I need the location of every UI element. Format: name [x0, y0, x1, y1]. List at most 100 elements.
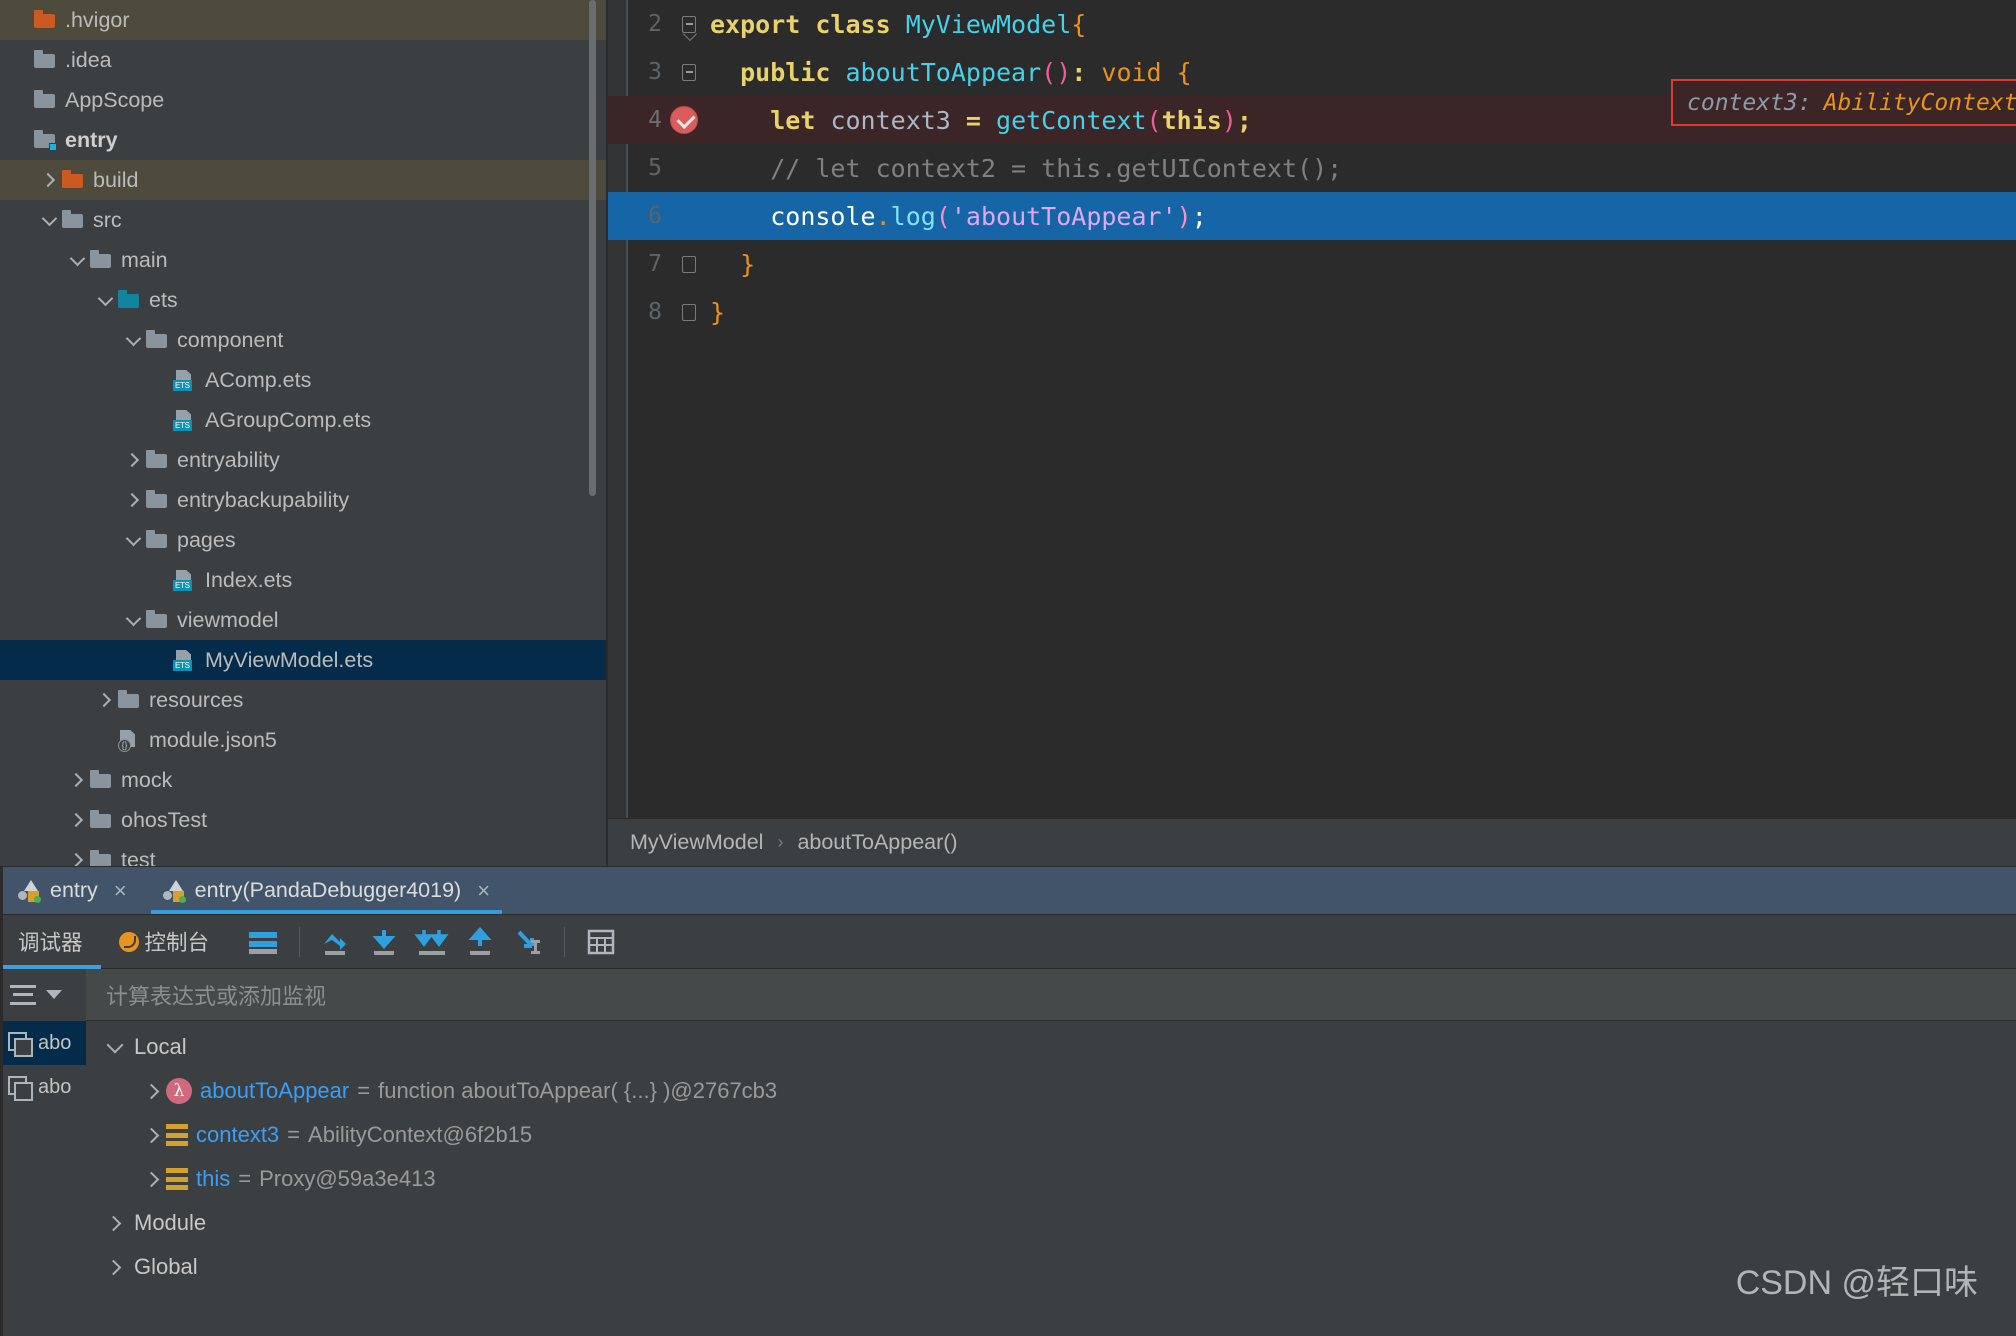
debug-main: abo abo LocalλaboutToAppear=function abo…	[0, 1021, 2016, 1336]
tree-item-index-ets[interactable]: ETSIndex.ets	[0, 560, 608, 600]
close-icon[interactable]: ×	[477, 878, 490, 904]
chevron-right-icon[interactable]	[140, 1122, 166, 1148]
code-line-6[interactable]: 6 console . log ( 'aboutToAppear' ) ;	[608, 192, 2016, 240]
fold-marker[interactable]	[668, 256, 710, 273]
tree-item-label: .hvigor	[65, 8, 130, 33]
close-icon[interactable]: ×	[114, 878, 127, 904]
frame-row[interactable]: abo	[0, 1065, 86, 1109]
chevron-right-icon[interactable]	[102, 1254, 128, 1280]
tree-item-resources[interactable]: resources	[0, 680, 608, 720]
no-chevron-spacer	[150, 569, 172, 591]
debug-tab-panda-debugger[interactable]: entry(PandaDebugger4019) ×	[145, 867, 508, 914]
tree-item-src[interactable]: src	[0, 200, 608, 240]
tab-debugger[interactable]: 调试器	[0, 915, 101, 969]
top-region: .hvigor .idea AppScopeentrybuildsrcmainets…	[0, 0, 2016, 866]
chevron-right-icon[interactable]	[66, 769, 88, 791]
chevron-right-icon[interactable]	[102, 1210, 128, 1236]
tree-item-label: .idea	[65, 48, 112, 73]
tree-item-idea[interactable]: .idea	[0, 40, 608, 80]
tree-item-component[interactable]: component	[0, 320, 608, 360]
breadcrumb[interactable]: MyViewModel › aboutToAppear()	[608, 818, 2016, 866]
breakpoint-icon[interactable]	[670, 106, 698, 134]
step-into-icon[interactable]	[360, 920, 408, 964]
variable-equals: =	[238, 1166, 251, 1192]
run-to-cursor-icon[interactable]	[504, 920, 552, 964]
frames-options[interactable]	[0, 969, 86, 1021]
chevron-down-icon[interactable]	[122, 609, 144, 631]
tree-item-entryability[interactable]: entryability	[0, 440, 608, 480]
tree-item-ohostest[interactable]: ohosTest	[0, 800, 608, 840]
variable-row-this[interactable]: this=Proxy@59a3e413	[86, 1157, 2016, 1201]
frames-menu-icon[interactable]	[10, 985, 36, 1005]
chevron-right-icon[interactable]	[66, 809, 88, 831]
frame-row[interactable]: abo	[0, 1021, 86, 1065]
code-line-5[interactable]: 5 // let context2 = this.getUIContext();	[608, 144, 2016, 192]
editor-body[interactable]: 2 export class MyViewModel {	[608, 0, 2016, 818]
tree-item-myviewmodel-ets[interactable]: ETSMyViewModel.ets	[0, 640, 608, 680]
inline-debug-value-hint[interactable]: context3: AbilityContext@6f2b15	[1671, 79, 2016, 126]
tree-item-viewmodel[interactable]: viewmodel	[0, 600, 608, 640]
code-line-7[interactable]: 7 }	[608, 240, 2016, 288]
tree-item-entrybackupability[interactable]: entrybackupability	[0, 480, 608, 520]
chevron-down-icon[interactable]	[122, 329, 144, 351]
chevron-right-icon[interactable]	[122, 449, 144, 471]
breadcrumb-item-class[interactable]: MyViewModel	[630, 830, 763, 855]
tree-item-ets[interactable]: ets	[0, 280, 608, 320]
variable-row-abouttoappear[interactable]: λaboutToAppear=function aboutToAppear( {…	[86, 1069, 2016, 1113]
tree-item-label: component	[177, 328, 283, 353]
chevron-right-icon[interactable]	[66, 849, 88, 866]
tree-item-agroupcomp-ets[interactable]: ETSAGroupComp.ets	[0, 400, 608, 440]
tree-item-label: ohosTest	[121, 808, 207, 833]
tree-item-pages[interactable]: pages	[0, 520, 608, 560]
tree-item-hvigor[interactable]: .hvigor	[0, 0, 608, 40]
line-number: 6	[608, 203, 668, 229]
force-step-into-icon[interactable]	[408, 920, 456, 964]
tree-item-acomp-ets[interactable]: ETSAComp.ets	[0, 360, 608, 400]
step-out-icon[interactable]	[456, 920, 504, 964]
tree-item-label: mock	[121, 768, 172, 793]
tree-item-test[interactable]: test	[0, 840, 608, 866]
variable-row-context3[interactable]: context3=AbilityContext@6f2b15	[86, 1113, 2016, 1157]
layout-frames-icon[interactable]	[239, 920, 287, 964]
chevron-down-icon[interactable]	[122, 529, 144, 551]
editor-pane[interactable]: 2 export class MyViewModel {	[608, 0, 2016, 866]
variables-column[interactable]: LocalλaboutToAppear=function aboutToAppe…	[86, 1021, 2016, 1336]
variable-group-global[interactable]: Global	[86, 1245, 2016, 1289]
chevron-down-icon[interactable]	[66, 249, 88, 271]
fold-marker[interactable]	[668, 64, 710, 81]
variable-group-module[interactable]: Module	[86, 1201, 2016, 1245]
tree-item-mock[interactable]: mock	[0, 760, 608, 800]
tab-console[interactable]: 控制台	[101, 915, 228, 969]
tree-item-main[interactable]: main	[0, 240, 608, 280]
chevron-right-icon[interactable]	[94, 689, 116, 711]
debug-tab-entry[interactable]: entry ×	[0, 867, 145, 914]
step-over-icon[interactable]	[312, 920, 360, 964]
chevron-right-icon[interactable]	[140, 1078, 166, 1104]
evaluate-expression-icon[interactable]	[577, 920, 625, 964]
fold-marker[interactable]	[668, 304, 710, 321]
chevron-down-icon[interactable]	[102, 1034, 128, 1060]
project-tree-pane[interactable]: .hvigor .idea AppScopeentrybuildsrcmainets…	[0, 0, 608, 866]
tree-item-build[interactable]: build	[0, 160, 608, 200]
chevron-right-icon[interactable]	[140, 1166, 166, 1192]
chevron-down-icon[interactable]	[94, 289, 116, 311]
fold-marker[interactable]	[668, 16, 710, 33]
code-line-8[interactable]: 8 }	[608, 288, 2016, 336]
code-text: }	[710, 250, 2016, 279]
watch-bar[interactable]: 计算表达式或添加监视	[0, 969, 2016, 1021]
chevron-down-icon[interactable]	[38, 209, 60, 231]
code-line-2[interactable]: 2 export class MyViewModel {	[608, 0, 2016, 48]
debug-session-tabs[interactable]: entry × entry(PandaDebugger4019) ×	[0, 867, 2016, 915]
project-tree-scrollbar[interactable]	[589, 0, 596, 496]
frames-column[interactable]: abo abo	[0, 1021, 86, 1336]
watch-expression-input[interactable]: 计算表达式或添加监视	[86, 969, 2016, 1021]
chevron-right-icon[interactable]	[122, 489, 144, 511]
chevron-down-icon[interactable]	[46, 990, 62, 999]
debug-toolbar[interactable]: 调试器 控制台	[0, 915, 2016, 969]
tree-item-module-json5[interactable]: {}module.json5	[0, 720, 608, 760]
tree-item-entry[interactable]: entry	[0, 120, 608, 160]
tree-item-appscope[interactable]: AppScope	[0, 80, 608, 120]
variable-group-local[interactable]: Local	[86, 1025, 2016, 1069]
breadcrumb-item-method[interactable]: aboutToAppear()	[797, 830, 957, 855]
chevron-right-icon[interactable]	[38, 169, 60, 191]
